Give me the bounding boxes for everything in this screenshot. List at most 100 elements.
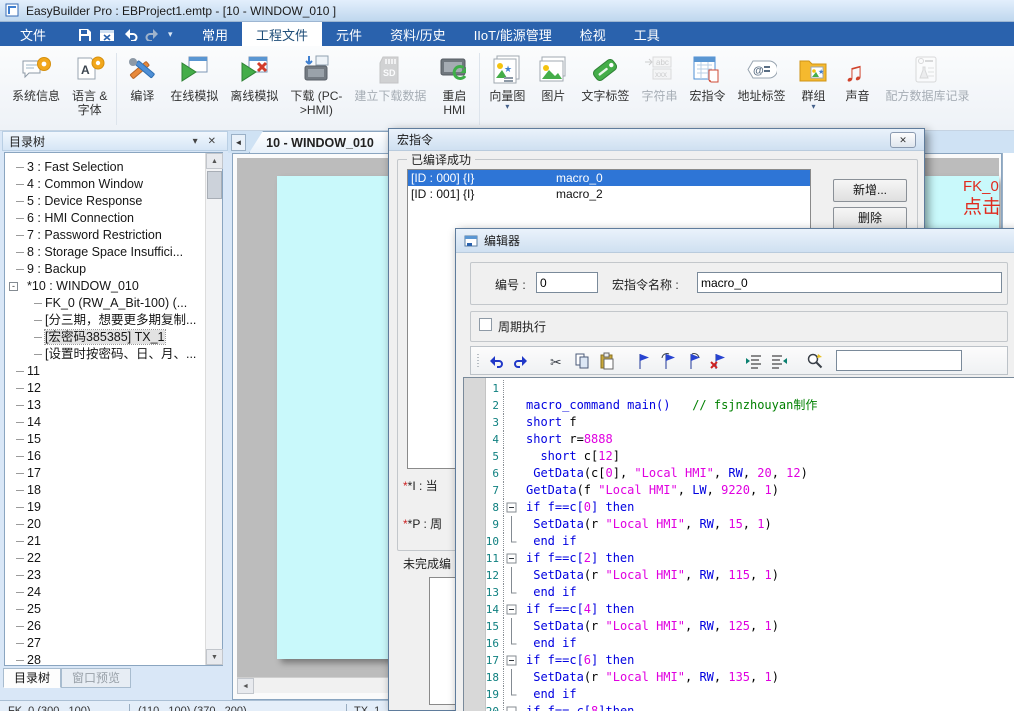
window-010-tab[interactable]: 10 - WINDOW_010	[249, 131, 391, 153]
periodic-checkbox[interactable]	[479, 318, 492, 331]
customize-caret-icon[interactable]: ▾	[168, 29, 178, 40]
ribbon-text-tag-button[interactable]: 文字标签	[575, 51, 635, 104]
tree-item[interactable]: 8 : Storage Space Insuffici...	[5, 244, 204, 261]
find-icon[interactable]	[805, 351, 825, 371]
directory-tree[interactable]: 3 : Fast Selection4 : Common Window5 : D…	[4, 152, 223, 666]
code-line[interactable]: 1	[464, 380, 1014, 397]
tree-item[interactable]: FK_0 (RW_A_Bit-100) (...	[5, 295, 204, 312]
tree-item[interactable]: 11	[5, 363, 204, 380]
menu-tab-yuanjian[interactable]: 元件	[322, 22, 376, 46]
ribbon-system-info-button[interactable]: 系统信息	[6, 51, 66, 104]
ribbon-group-button[interactable]: ★ 群组 ▾	[791, 51, 835, 111]
macro-list-item[interactable]: [ID : 001] {I} macro_2	[408, 186, 810, 202]
search-input[interactable]	[836, 350, 962, 371]
tree-item[interactable]: [设置时按密码、日、月、...	[5, 346, 204, 363]
close-icon[interactable]: ✕	[890, 132, 916, 148]
editor-dialog-titlebar[interactable]: 编辑器	[456, 229, 1014, 253]
code-line[interactable]: 2macro_command main() // fsjnzhouyan制作	[464, 397, 1014, 414]
code-line[interactable]: 18 SetData(r "Local HMI", RW, 135, 1)	[464, 669, 1014, 686]
new-macro-button[interactable]: 新增...	[833, 179, 907, 202]
tree-item[interactable]: -*10 : WINDOW_010	[5, 278, 204, 295]
code-line[interactable]: 9 SetData(r "Local HMI", RW, 15, 1)	[464, 516, 1014, 533]
tree-item[interactable]: 12	[5, 380, 204, 397]
chevron-down-icon[interactable]: ▾	[505, 103, 509, 110]
ribbon-vector-image-button[interactable]: ★ 向量图 ▾	[483, 51, 531, 111]
code-line[interactable]: 7GetData(f "Local HMI", LW, 9220, 1)	[464, 482, 1014, 499]
outdent-icon[interactable]	[769, 351, 789, 371]
fold-marker-icon[interactable]	[504, 652, 520, 669]
tree-item[interactable]: 7 : Password Restriction	[5, 227, 204, 244]
tree-item[interactable]: 13	[5, 397, 204, 414]
delete-macro-button[interactable]: 删除	[833, 207, 907, 230]
tree-item[interactable]: 9 : Backup	[5, 261, 204, 278]
code-line[interactable]: 10 end if	[464, 533, 1014, 550]
code-line[interactable]: 20if f== c[8]then	[464, 703, 1014, 711]
ribbon-language-font-button[interactable]: A 语言 & 字体	[66, 51, 113, 118]
tab-directory-tree[interactable]: 目录树	[3, 668, 61, 688]
tree-item[interactable]: [分三期，想要更多期复制...	[5, 312, 204, 329]
undo-icon[interactable]	[122, 26, 138, 42]
cut-icon[interactable]: ✂	[547, 351, 567, 371]
scroll-up-icon[interactable]: ▲	[206, 153, 223, 169]
tab-scroll-left-icon[interactable]: ◄	[231, 134, 246, 151]
scrollbar-thumb[interactable]	[207, 171, 222, 199]
tree-collapse-icon[interactable]: -	[9, 282, 18, 291]
tree-item[interactable]: [宏密码385385] TX_1	[5, 329, 204, 346]
fold-marker-icon[interactable]	[504, 601, 520, 618]
tree-item[interactable]: 16	[5, 448, 204, 465]
tree-item[interactable]: 4 : Common Window	[5, 176, 204, 193]
macro-dialog-titlebar[interactable]: 宏指令	[389, 129, 924, 151]
save-icon[interactable]	[76, 26, 92, 42]
bookmark-toggle-icon[interactable]	[633, 351, 653, 371]
scroll-left-icon[interactable]: ◄	[237, 678, 254, 694]
ribbon-simulate-online-button[interactable]: 在线模拟	[164, 51, 224, 104]
menu-tab-gongchengwenjian[interactable]: 工程文件	[242, 22, 322, 46]
tree-item[interactable]: 6 : HMI Connection	[5, 210, 204, 227]
tab-window-preview[interactable]: 窗口预览	[61, 668, 131, 688]
menu-tab-changyong[interactable]: 常用	[188, 22, 242, 46]
code-line[interactable]: 4short r=8888	[464, 431, 1014, 448]
code-line[interactable]: 13 end if	[464, 584, 1014, 601]
tree-item[interactable]: 14	[5, 414, 204, 431]
tree-item[interactable]: 5 : Device Response	[5, 193, 204, 210]
ribbon-picture-button[interactable]: 图片	[531, 51, 575, 104]
bookmark-clear-icon[interactable]	[708, 351, 728, 371]
undo-icon[interactable]	[486, 351, 506, 371]
code-line[interactable]: 5 short c[12]	[464, 448, 1014, 465]
fold-marker-icon[interactable]	[504, 703, 520, 711]
macro-code-editor[interactable]: 12macro_command main() // fsjnzhouyan制作3…	[463, 377, 1014, 711]
tree-item[interactable]: 17	[5, 465, 204, 482]
menu-file[interactable]: 文件	[0, 22, 66, 46]
tree-item[interactable]: 20	[5, 516, 204, 533]
code-line[interactable]: 16 end if	[464, 635, 1014, 652]
tree-item[interactable]: 24	[5, 584, 204, 601]
redo-icon[interactable]	[511, 351, 531, 371]
chevron-down-icon[interactable]: ▾	[811, 103, 815, 110]
menu-tab-iiot[interactable]: IIoT/能源管理	[460, 22, 566, 46]
macro-list-item[interactable]: [ID : 000] {I} macro_0	[408, 170, 810, 186]
tree-item[interactable]: 23	[5, 567, 204, 584]
redo-icon[interactable]	[145, 26, 161, 42]
tree-item[interactable]: 21	[5, 533, 204, 550]
code-line[interactable]: 6 GetData(c[0], "Local HMI", RW, 20, 12)	[464, 465, 1014, 482]
copy-icon[interactable]	[572, 351, 592, 371]
fold-marker-icon[interactable]	[504, 499, 520, 516]
bookmark-next-icon[interactable]	[658, 351, 678, 371]
code-line[interactable]: 3short f	[464, 414, 1014, 431]
ribbon-compile-button[interactable]: 编译	[120, 51, 164, 104]
code-line[interactable]: 11if f==c[2] then	[464, 550, 1014, 567]
scroll-down-icon[interactable]: ▼	[206, 649, 223, 665]
export-icon[interactable]	[99, 26, 115, 42]
tree-item[interactable]: 15	[5, 431, 204, 448]
tree-item[interactable]: 22	[5, 550, 204, 567]
tree-item[interactable]: 27	[5, 635, 204, 652]
tree-item[interactable]: 19	[5, 499, 204, 516]
code-line[interactable]: 14if f==c[4] then	[464, 601, 1014, 618]
menu-tab-ziliao-lishi[interactable]: 资料/历史	[376, 22, 460, 46]
tree-item[interactable]: 26	[5, 618, 204, 635]
ribbon-macro-button[interactable]: 宏指令	[683, 51, 731, 104]
ribbon-sound-button[interactable]: ♫ 声音	[835, 51, 879, 104]
tree-item[interactable]: 3 : Fast Selection	[5, 159, 204, 176]
tree-scrollbar[interactable]: ▲ ▼	[205, 153, 222, 665]
macro-number-input[interactable]	[536, 272, 598, 293]
